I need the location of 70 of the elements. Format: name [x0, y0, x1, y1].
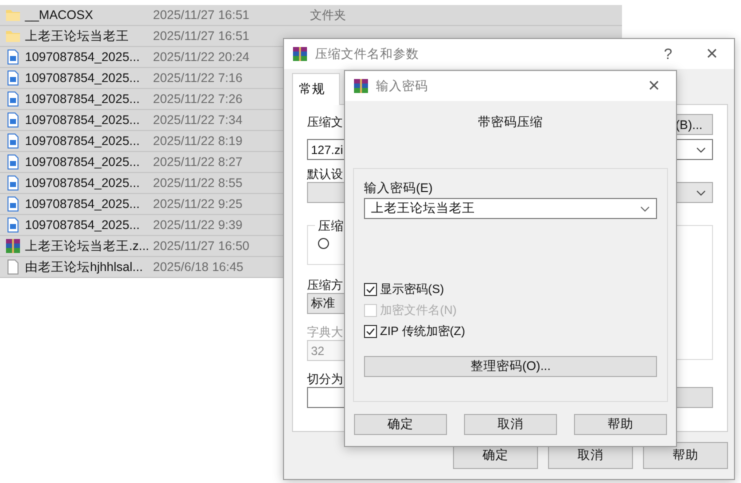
- file-name: 1097087854_2025...: [25, 113, 141, 127]
- file-name: __MACOSX: [25, 8, 94, 22]
- password-label: 输入密码(E): [364, 180, 433, 196]
- file-icon: [5, 259, 21, 275]
- document-icon: [5, 196, 21, 212]
- chevron-down-icon: [696, 146, 706, 152]
- dictionary-label: 字典大: [307, 324, 343, 340]
- file-name: 1097087854_2025...: [25, 50, 141, 64]
- file-name: 上老王论坛当老王: [25, 28, 130, 44]
- dialog-button[interactable]: 确定: [354, 414, 447, 435]
- file-name: 1097087854_2025...: [25, 134, 141, 148]
- dialog-button[interactable]: 帮助: [643, 442, 728, 469]
- file-date: 2025/11/22 8:55: [153, 176, 244, 190]
- window-title: 输入密码: [376, 78, 428, 94]
- close-button[interactable]: ×: [632, 71, 676, 101]
- file-date: 2025/11/27 16:51: [153, 8, 250, 22]
- dialog-button[interactable]: 帮助: [574, 414, 667, 435]
- file-name: 1097087854_2025...: [25, 71, 141, 85]
- file-date: 2025/11/22 7:34: [153, 113, 244, 127]
- checkbox[interactable]: 显示密码(S): [364, 281, 657, 298]
- split-label: 切分为: [307, 371, 343, 387]
- archive-icon: [5, 238, 21, 254]
- checkmark-icon: [365, 284, 376, 295]
- document-icon: [5, 154, 21, 170]
- document-icon: [5, 49, 21, 65]
- dialog-heading: 带密码压缩: [478, 114, 543, 131]
- archive-icon: [353, 78, 369, 94]
- document-icon: [5, 91, 21, 107]
- chevron-down-icon: [640, 206, 650, 212]
- tab[interactable]: 常规: [292, 73, 340, 105]
- chevron-down-icon: [696, 190, 706, 196]
- file-row[interactable]: __MACOSX 2025/11/27 16:51 文件夹: [0, 5, 622, 26]
- document-icon: [5, 70, 21, 86]
- file-date: 2025/11/22 7:16: [153, 71, 244, 85]
- file-date: 2025/11/22 9:25: [153, 197, 244, 211]
- checkmark-icon: [365, 326, 376, 337]
- file-date: 2025/11/22 20:24: [153, 50, 250, 64]
- file-date: 2025/11/22 7:26: [153, 92, 244, 106]
- file-date: 2025/11/22 8:19: [153, 134, 244, 148]
- file-name: 1097087854_2025...: [25, 155, 141, 169]
- file-date: 2025/6/18 16:45: [153, 260, 244, 274]
- document-icon: [5, 112, 21, 128]
- password-field[interactable]: 上老王论坛当老王: [364, 198, 657, 219]
- file-date: 2025/11/27 16:51: [153, 29, 250, 43]
- file-name: 1097087854_2025...: [25, 218, 141, 232]
- file-name: 1097087854_2025...: [25, 176, 141, 190]
- document-icon: [5, 175, 21, 191]
- file-name: 上老王论坛当老王.z...: [25, 238, 150, 254]
- method-label: 压缩方: [307, 277, 343, 293]
- document-icon: [5, 217, 21, 233]
- archive-icon: [292, 46, 308, 62]
- archive-name-label: 压缩文: [307, 114, 343, 130]
- file-date: 2025/11/22 8:27: [153, 155, 244, 169]
- help-button[interactable]: ?: [646, 39, 690, 69]
- profile-label: 默认设: [307, 166, 343, 182]
- file-name: 1097087854_2025...: [25, 92, 141, 106]
- document-icon: [5, 133, 21, 149]
- folder-icon: [5, 7, 21, 23]
- close-button[interactable]: ×: [690, 39, 734, 69]
- dialog-button[interactable]: 取消: [464, 414, 557, 435]
- checkbox[interactable]: ZIP 传统加密(Z): [364, 323, 657, 340]
- folder-icon: [5, 28, 21, 44]
- radio-button[interactable]: [318, 238, 329, 249]
- file-name: 由老王论坛hjhhlsal...: [25, 258, 144, 276]
- file-date: 2025/11/27 16:50: [153, 239, 250, 253]
- file-name: 1097087854_2025...: [25, 197, 141, 211]
- file-type: 文件夹: [310, 6, 346, 24]
- window-title: 压缩文件名和参数: [315, 46, 419, 62]
- organize-passwords-button[interactable]: 整理密码(O)...: [364, 356, 657, 377]
- file-date: 2025/11/22 9:39: [153, 218, 244, 232]
